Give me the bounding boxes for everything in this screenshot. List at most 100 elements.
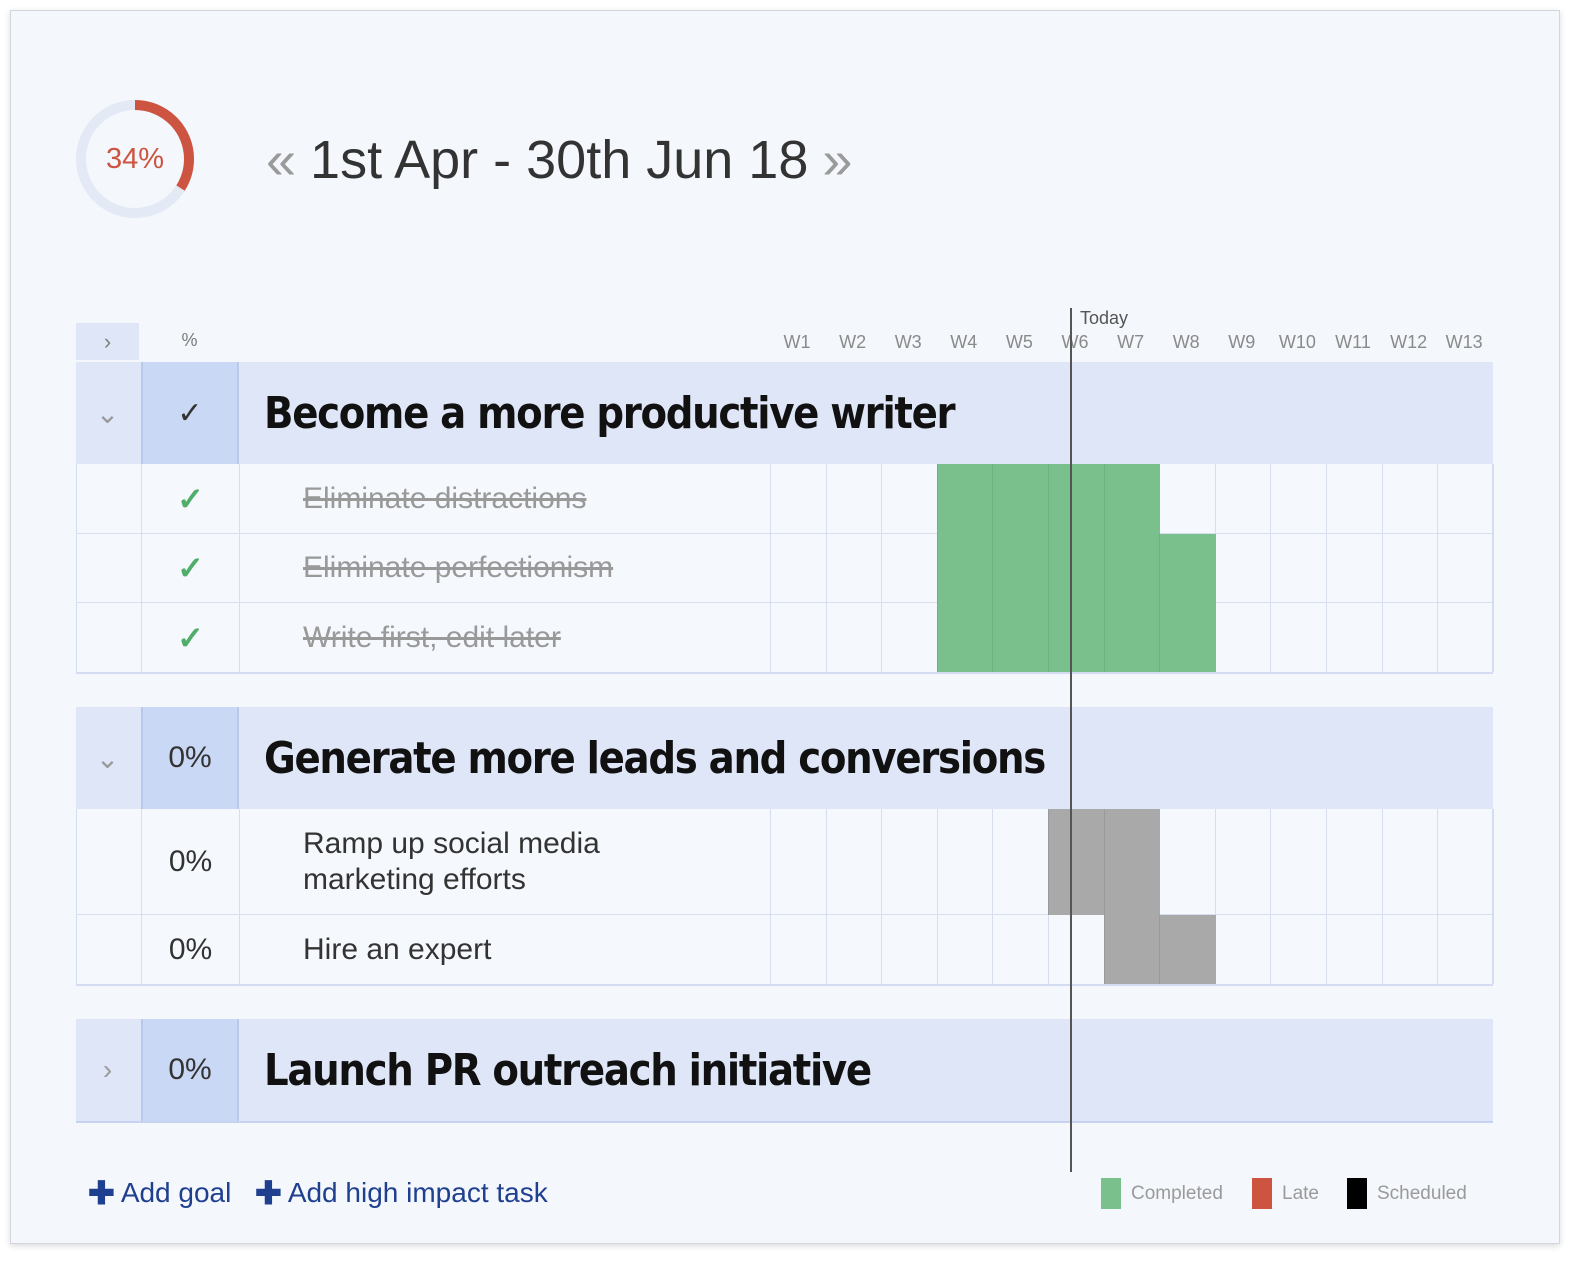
week-grid-line	[1492, 809, 1494, 984]
date-range-title: 1st Apr - 30th Jun 18	[310, 130, 809, 190]
week-label: W8	[1172, 332, 1200, 352]
goal-row[interactable]: ⌄ ✓ Become a more productive writer	[76, 362, 1493, 466]
gantt-cell-completed[interactable]	[992, 534, 1049, 603]
chevron-right-icon: ›	[102, 1054, 113, 1085]
week-label: W1	[783, 332, 811, 352]
week-grid-line	[1437, 809, 1439, 984]
legend-label: Late	[1282, 1182, 1319, 1204]
week-grid-line	[992, 809, 994, 984]
legend-scheduled: Scheduled	[1347, 1178, 1467, 1209]
week-label: W12	[1390, 332, 1428, 352]
gantt-cell-completed[interactable]	[1048, 603, 1105, 672]
week-label: W3	[894, 332, 922, 352]
gantt-cell-completed[interactable]	[1048, 534, 1105, 603]
goal-row[interactable]: › 0% Launch PR outreach initiative	[76, 1019, 1493, 1123]
week-label: W7	[1117, 332, 1145, 352]
week-label: W9	[1228, 332, 1256, 352]
task-name[interactable]: Eliminate distractions	[303, 464, 743, 533]
task-check-icon[interactable]: ✓	[141, 464, 240, 533]
task-name[interactable]: Write first, edit later	[303, 603, 743, 672]
legend-swatch	[1347, 1178, 1367, 1209]
task-row[interactable]: ✓ Eliminate distractions	[77, 464, 1493, 534]
goal-title[interactable]: Launch PR outreach initiative	[264, 1019, 872, 1121]
week-grid-line	[881, 464, 883, 672]
collapse-goal-button[interactable]: ⌄	[76, 707, 139, 809]
task-name[interactable]: Ramp up social media marketing efforts	[303, 809, 663, 914]
goal-percent: ✓	[141, 362, 239, 464]
gantt-cell-completed[interactable]	[936, 534, 994, 603]
week-grid-line	[1270, 809, 1272, 984]
today-label: Today	[1080, 308, 1129, 328]
goal-title[interactable]: Become a more productive writer	[264, 362, 956, 464]
goal-title[interactable]: Generate more leads and conversions	[264, 707, 1046, 809]
task-name[interactable]: Eliminate perfectionism	[303, 534, 743, 602]
gantt-cell-completed[interactable]	[1103, 603, 1161, 672]
plus-icon: ✚	[255, 1175, 282, 1211]
chevron-down-icon: ⌄	[95, 397, 120, 429]
prev-period-button[interactable]: «	[266, 133, 296, 187]
week-label: W4	[950, 332, 978, 352]
legend-label: Scheduled	[1377, 1182, 1467, 1204]
goal-task-list: 0% Ramp up social media marketing effort…	[76, 809, 1494, 986]
expand-goal-button[interactable]: ›	[76, 1019, 139, 1121]
gantt-cell-scheduled[interactable]	[1103, 915, 1161, 984]
gantt-cell-completed[interactable]	[992, 464, 1049, 534]
task-percent: 0%	[141, 809, 240, 914]
week-grid-line	[1326, 809, 1327, 984]
task-percent: 0%	[141, 915, 240, 984]
week-label: W10	[1278, 332, 1316, 352]
next-period-button[interactable]: »	[822, 133, 852, 187]
legend-swatch	[1252, 1178, 1272, 1209]
gantt-cell-completed[interactable]	[936, 464, 994, 534]
expand-all-button[interactable]: ›	[76, 323, 139, 360]
add-task-button[interactable]: ✚ Add high impact task	[255, 1174, 548, 1212]
legend-label: Completed	[1131, 1182, 1223, 1204]
week-label: W6	[1061, 332, 1089, 352]
week-grid-line	[1326, 464, 1327, 672]
plus-icon: ✚	[88, 1175, 115, 1211]
week-grid-line	[825, 809, 827, 984]
week-grid-line	[770, 809, 771, 984]
week-grid-line	[825, 464, 827, 672]
week-grid-line	[881, 809, 883, 984]
collapse-goal-button[interactable]: ⌄	[76, 362, 139, 464]
week-label: W11	[1335, 332, 1371, 352]
today-marker-line	[1070, 308, 1072, 1172]
gantt-cell-scheduled[interactable]	[1048, 809, 1105, 915]
week-grid-line	[1381, 809, 1383, 984]
progress-percent: 34%	[105, 142, 165, 175]
task-check-icon[interactable]: ✓	[141, 603, 240, 672]
percent-column-header: %	[181, 330, 198, 350]
gantt-cell-scheduled[interactable]	[1159, 915, 1216, 984]
goal-row[interactable]: ⌄ 0% Generate more leads and conversions	[76, 707, 1493, 811]
gantt-cell-completed[interactable]	[1103, 534, 1161, 603]
week-grid-line	[1492, 464, 1494, 672]
goal-percent: 0%	[141, 1019, 239, 1121]
gantt-cell-completed[interactable]	[1159, 534, 1216, 603]
week-grid-line	[1437, 464, 1439, 672]
task-name[interactable]: Hire an expert	[303, 915, 743, 984]
date-range-header: « 1st Apr - 30th Jun 18 »	[266, 120, 852, 200]
task-row[interactable]: 0% Ramp up social media marketing effort…	[77, 809, 1493, 915]
gantt-cell-scheduled[interactable]	[1103, 809, 1161, 915]
task-row[interactable]: ✓ Write first, edit later	[77, 603, 1493, 672]
week-grid-line	[1270, 464, 1272, 672]
week-label: W13	[1445, 332, 1483, 352]
gantt-cell-completed[interactable]	[936, 603, 994, 672]
add-goal-button[interactable]: ✚ Add goal	[88, 1174, 231, 1212]
gantt-cell-completed[interactable]	[992, 603, 1049, 672]
gantt-cell-completed[interactable]	[1048, 464, 1105, 534]
week-grid-line	[1381, 464, 1383, 672]
week-grid-line	[770, 464, 771, 672]
task-row[interactable]: 0% Hire an expert	[77, 915, 1493, 984]
gantt-cell-completed[interactable]	[1159, 603, 1216, 672]
legend-completed: Completed	[1101, 1178, 1223, 1209]
task-row[interactable]: ✓ Eliminate perfectionism	[77, 534, 1493, 603]
chevron-right-icon: ›	[103, 328, 112, 354]
chevron-down-icon: ⌄	[95, 742, 120, 774]
gantt-cell-completed[interactable]	[1103, 464, 1161, 534]
week-label: W5	[1005, 332, 1033, 352]
task-check-icon[interactable]: ✓	[141, 534, 240, 602]
legend-swatch	[1101, 1178, 1121, 1209]
add-task-label: Add high impact task	[287, 1177, 548, 1208]
